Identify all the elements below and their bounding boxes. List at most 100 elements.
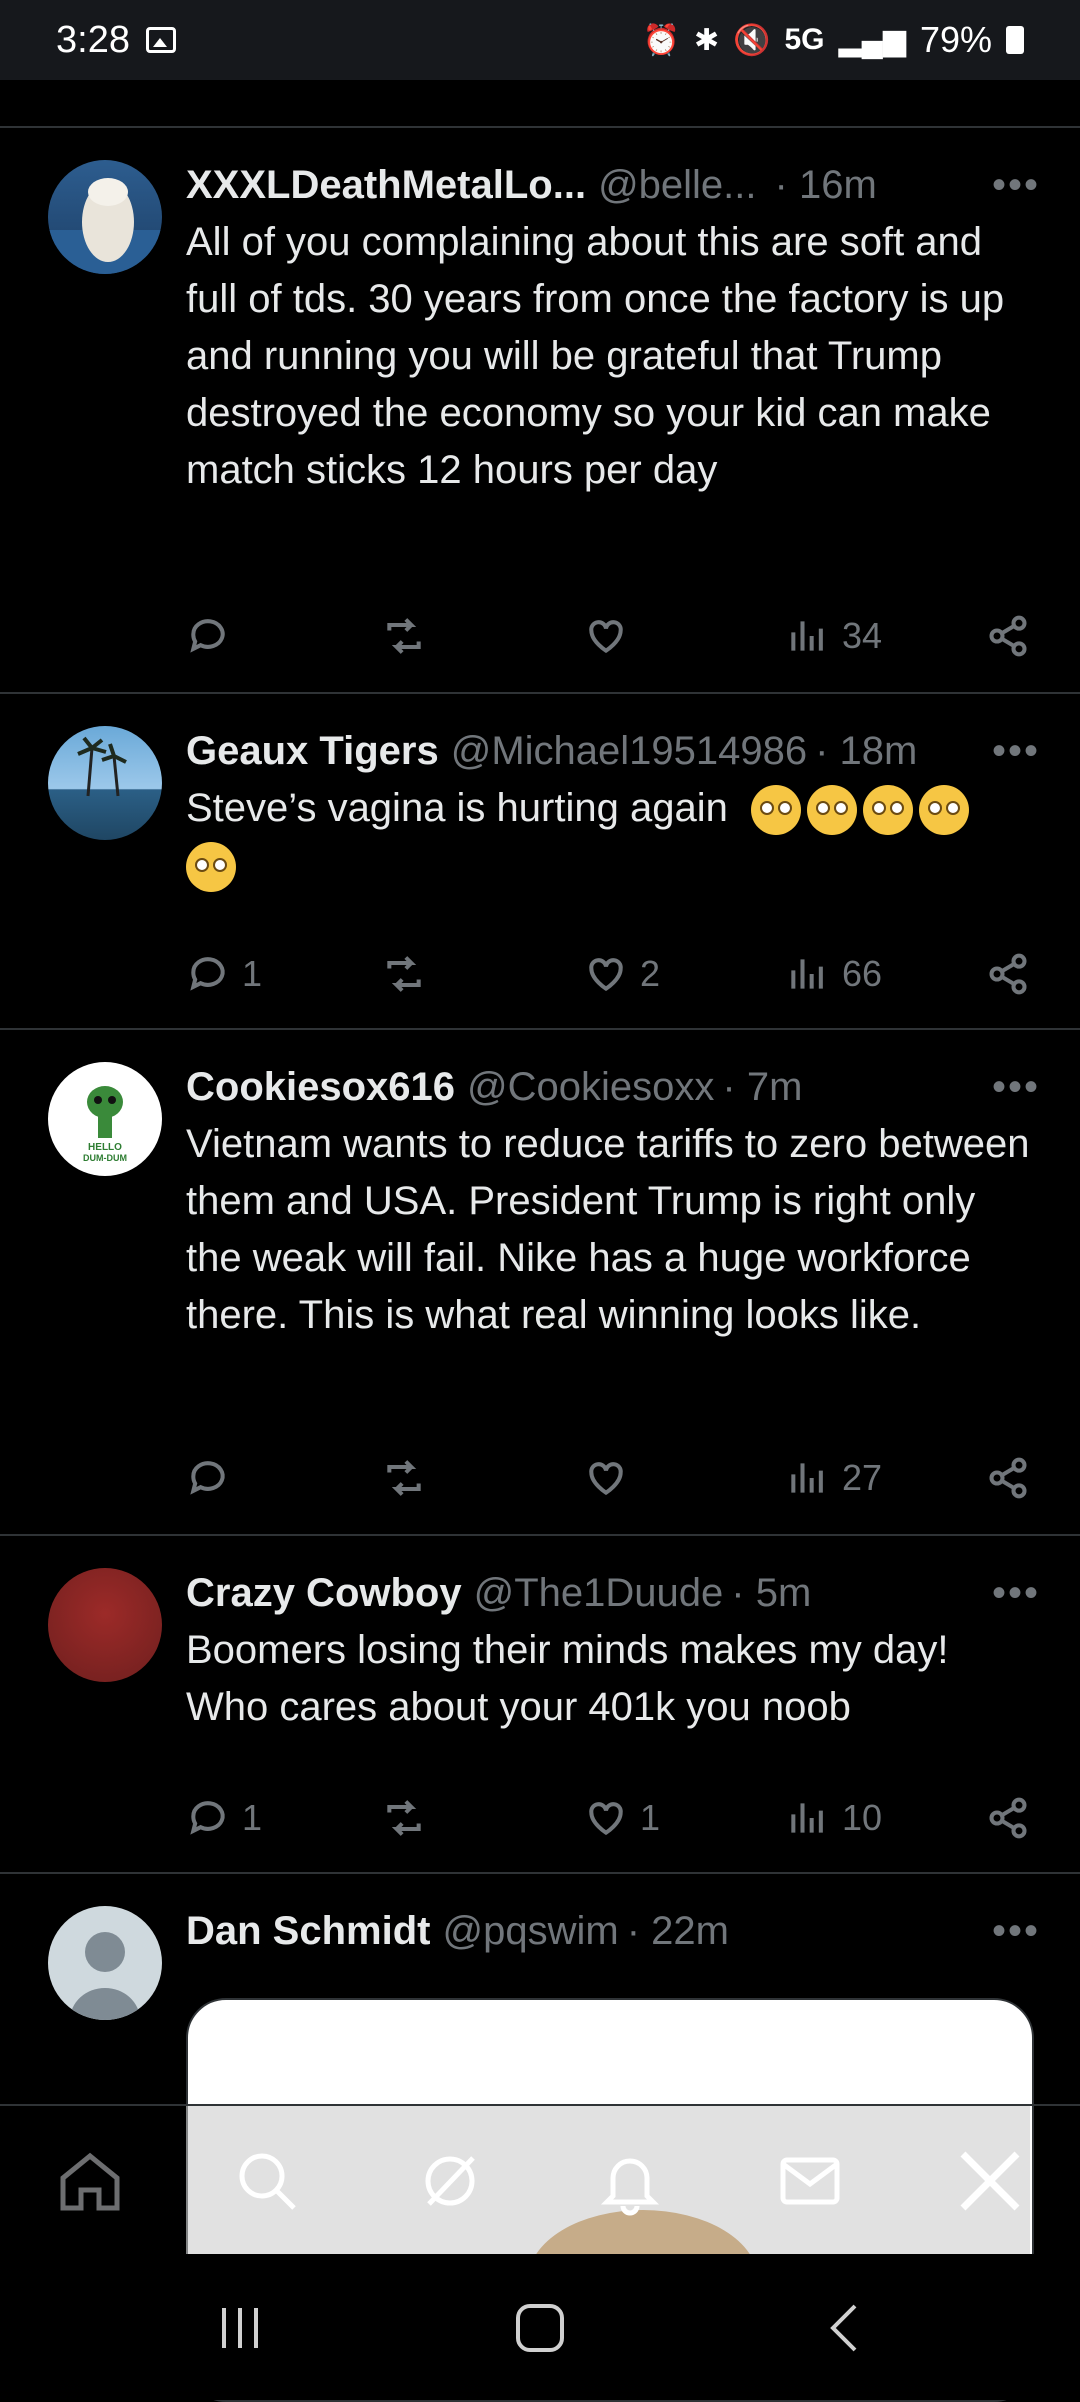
display-name[interactable]: XXXLDeathMetalLo... — [186, 163, 586, 208]
system-navigation-bar — [0, 2254, 1080, 2400]
network-label: 5G — [784, 23, 825, 56]
avatar[interactable]: HELLO DUM-DUM — [48, 1062, 162, 1176]
more-options-icon[interactable]: ••• — [992, 1571, 1040, 1616]
display-name[interactable]: Crazy Cowboy — [186, 1571, 462, 1616]
tweet[interactable]: Geaux Tigers @Michael19514986 · 18m ••• … — [0, 694, 1080, 1030]
views-button[interactable]: 34 — [786, 614, 882, 658]
share-icon — [989, 953, 1027, 995]
home-button-icon[interactable] — [510, 2298, 570, 2358]
retweet-icon — [387, 1800, 421, 1836]
tweet[interactable]: Crazy Cowboy @The1Duude · 5m ••• Boomers… — [0, 1536, 1080, 1874]
user-handle[interactable]: @Cookiesoxx — [467, 1065, 714, 1110]
share-button[interactable] — [986, 1796, 1030, 1840]
display-name[interactable]: Cookiesox616 — [186, 1065, 455, 1110]
notifications-bell-icon[interactable] — [595, 2146, 665, 2216]
user-handle[interactable]: @pqswim — [442, 1909, 618, 1954]
like-count: 2 — [640, 953, 661, 994]
battery-icon — [1006, 26, 1024, 54]
view-count: 10 — [842, 1797, 883, 1838]
avatar[interactable] — [48, 1906, 162, 2020]
heart-icon — [589, 1462, 623, 1496]
reply-count: 1 — [242, 953, 263, 994]
more-options-icon[interactable]: ••• — [992, 1065, 1040, 1110]
retweet-icon — [387, 1460, 421, 1496]
timeline: XXXLDeathMetalLo... @belle... · 16m ••• … — [0, 80, 1080, 2274]
tweet-time[interactable]: · 16m — [775, 163, 877, 208]
tweet-time[interactable]: · 7m — [722, 1065, 802, 1110]
reply-icon — [190, 619, 225, 653]
share-button[interactable] — [986, 614, 1030, 658]
views-icon — [791, 1463, 823, 1493]
user-handle[interactable]: @The1Duude — [474, 1571, 724, 1616]
user-handle[interactable]: @belle... — [598, 163, 756, 208]
views-icon — [791, 621, 823, 651]
like-button[interactable]: 2 — [584, 952, 660, 996]
reply-button[interactable] — [186, 614, 242, 658]
share-button[interactable] — [986, 1456, 1030, 1500]
alien-avatar-image: HELLO DUM-DUM — [83, 1086, 127, 1163]
heart-icon — [589, 620, 623, 654]
reply-button[interactable] — [186, 1456, 242, 1500]
reply-icon — [190, 1461, 225, 1495]
svg-text:HELLO: HELLO — [88, 1142, 122, 1153]
more-options-icon[interactable]: ••• — [992, 163, 1040, 208]
like-count: 1 — [640, 1797, 661, 1838]
share-button[interactable] — [986, 952, 1030, 996]
status-time: 3:28 — [56, 18, 130, 61]
tweet-time[interactable]: · 22m — [627, 1909, 729, 1954]
reply-button[interactable]: 1 — [186, 1796, 262, 1840]
views-icon — [791, 1803, 823, 1833]
retweet-button[interactable] — [382, 614, 426, 658]
status-bar: 3:28 ⏰ ✱ 🔇 5G ▂▄▆ 79% — [0, 0, 1080, 80]
display-name[interactable]: Dan Schmidt — [186, 1909, 430, 1954]
user-handle[interactable]: @Michael19514986 — [451, 729, 807, 774]
reply-button[interactable]: 1 — [186, 952, 262, 996]
display-name[interactable]: Geaux Tigers — [186, 729, 439, 774]
heart-icon — [589, 1802, 623, 1836]
tweet[interactable]: HELLO DUM-DUM Cookiesox616 @Cookiesoxx ·… — [0, 1030, 1080, 1536]
eye-roll-emoji-icon — [806, 785, 857, 836]
bottom-navigation — [0, 2104, 1080, 2256]
tweet-text-block: Steve’s vagina is hurting again — [186, 780, 1040, 894]
tweet-text: Boomers losing their minds makes my day!… — [186, 1628, 949, 1729]
views-button[interactable]: 27 — [786, 1456, 882, 1500]
x-logo-icon[interactable] — [955, 2146, 1025, 2216]
recent-apps-icon[interactable] — [210, 2298, 270, 2358]
grok-icon[interactable] — [415, 2146, 485, 2216]
search-icon[interactable] — [232, 2146, 302, 2216]
more-options-icon[interactable]: ••• — [992, 729, 1040, 774]
battery-percent: 79% — [919, 19, 992, 60]
views-button[interactable]: 10 — [786, 1796, 882, 1840]
tweet-actions: 1 1 10 — [186, 1788, 1030, 1848]
tweet-actions: 1 2 66 — [186, 944, 1030, 1004]
palm-trees-avatar-image — [77, 736, 127, 797]
avatar[interactable] — [48, 726, 162, 840]
tweet-text: Vietnam wants to reduce tariffs to zero … — [186, 1122, 1030, 1337]
avatar[interactable] — [48, 160, 162, 274]
like-button[interactable]: 1 — [584, 1796, 660, 1840]
beluga-avatar-image — [48, 178, 162, 274]
share-icon — [989, 615, 1027, 657]
retweet-button[interactable] — [382, 1796, 426, 1840]
tweet-time[interactable]: · 5m — [731, 1571, 811, 1616]
share-icon — [989, 1457, 1027, 1499]
tweet[interactable]: XXXLDeathMetalLo... @belle... · 16m ••• … — [0, 128, 1080, 694]
home-icon[interactable] — [55, 2146, 125, 2216]
retweet-button[interactable] — [382, 1456, 426, 1500]
tweet-time[interactable]: · 18m — [815, 729, 917, 774]
back-icon[interactable] — [815, 2298, 875, 2358]
avatar[interactable] — [48, 1568, 162, 1682]
retweet-button[interactable] — [382, 952, 426, 996]
like-button[interactable] — [584, 1456, 640, 1500]
views-button[interactable]: 66 — [786, 952, 882, 996]
like-button[interactable] — [584, 614, 640, 658]
gallery-notification-icon — [145, 27, 176, 53]
view-count: 66 — [842, 953, 883, 994]
eye-roll-emoji-icon — [862, 785, 913, 836]
reply-icon — [190, 957, 225, 991]
svg-text:DUM-DUM: DUM-DUM — [83, 1153, 127, 1163]
heart-icon — [589, 958, 623, 992]
more-options-icon[interactable]: ••• — [992, 1909, 1040, 1954]
messages-envelope-icon[interactable] — [775, 2146, 845, 2216]
retweet-icon — [387, 618, 421, 654]
